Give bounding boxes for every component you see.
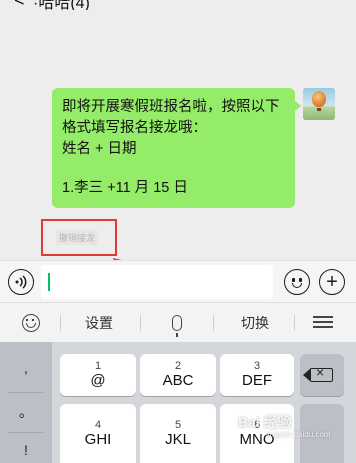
avatar[interactable] (303, 88, 335, 120)
punctuation-column: , 。 ! (0, 342, 52, 463)
settings-label: 设置 (85, 315, 113, 331)
punct-key-comma[interactable]: , (0, 360, 52, 376)
key-4[interactable]: 4 GHI (60, 404, 136, 463)
key-2[interactable]: 2 ABC (140, 354, 216, 396)
hide-keyboard-icon[interactable] (306, 303, 340, 343)
keyboard-emoji-icon[interactable] (14, 303, 48, 343)
chat-title: ·哈哈(4) (33, 0, 90, 10)
backspace-icon (303, 364, 333, 382)
settings-button[interactable]: 设置 (64, 303, 134, 343)
voice-icon[interactable] (8, 269, 34, 295)
punct-key-exclaim[interactable]: ! (0, 442, 52, 458)
message-input[interactable] (41, 265, 273, 299)
keyboard-toolbar: 设置 切换 (0, 302, 356, 342)
back-icon[interactable]: < (14, 0, 25, 10)
message-line: 1.李三 +11 月 15 日 (62, 180, 188, 196)
hot-air-balloon-icon (312, 91, 326, 107)
key-3[interactable]: 3 DEF (220, 354, 294, 396)
mic-icon[interactable] (155, 303, 199, 343)
emoji-icon[interactable] (284, 269, 310, 295)
key-1[interactable]: 1 @ (60, 354, 136, 396)
switch-button[interactable]: 切换 (220, 303, 290, 343)
backspace-key[interactable] (300, 354, 344, 396)
message-line: 姓名 + 日期 (62, 141, 137, 157)
message-line: 格式填写报名接龙哦： (62, 120, 207, 136)
highlight-box (41, 219, 117, 256)
message-line: 即将开展寒假班报名啦，按照以下 (62, 99, 280, 115)
text-caret (48, 273, 50, 291)
watermark: Bai 经验 jingyan.baidu.com (238, 414, 331, 439)
punct-key-period[interactable]: 。 (0, 402, 52, 422)
chat-header: < ·哈哈(4) (0, 0, 356, 10)
plus-icon[interactable]: + (319, 269, 345, 295)
message-bubble[interactable]: 即将开展寒假班报名啦，按照以下 格式填写报名接龙哦： 姓名 + 日期 1.李三 … (52, 88, 301, 208)
key-5[interactable]: 5 JKL (140, 404, 216, 463)
switch-label: 切换 (241, 315, 269, 331)
input-bar: + (0, 260, 356, 302)
t9-keyboard: , 。 ! 1 @ 2 ABC 3 DEF 4 GHI 5 JKL 6 MNO (0, 342, 356, 463)
